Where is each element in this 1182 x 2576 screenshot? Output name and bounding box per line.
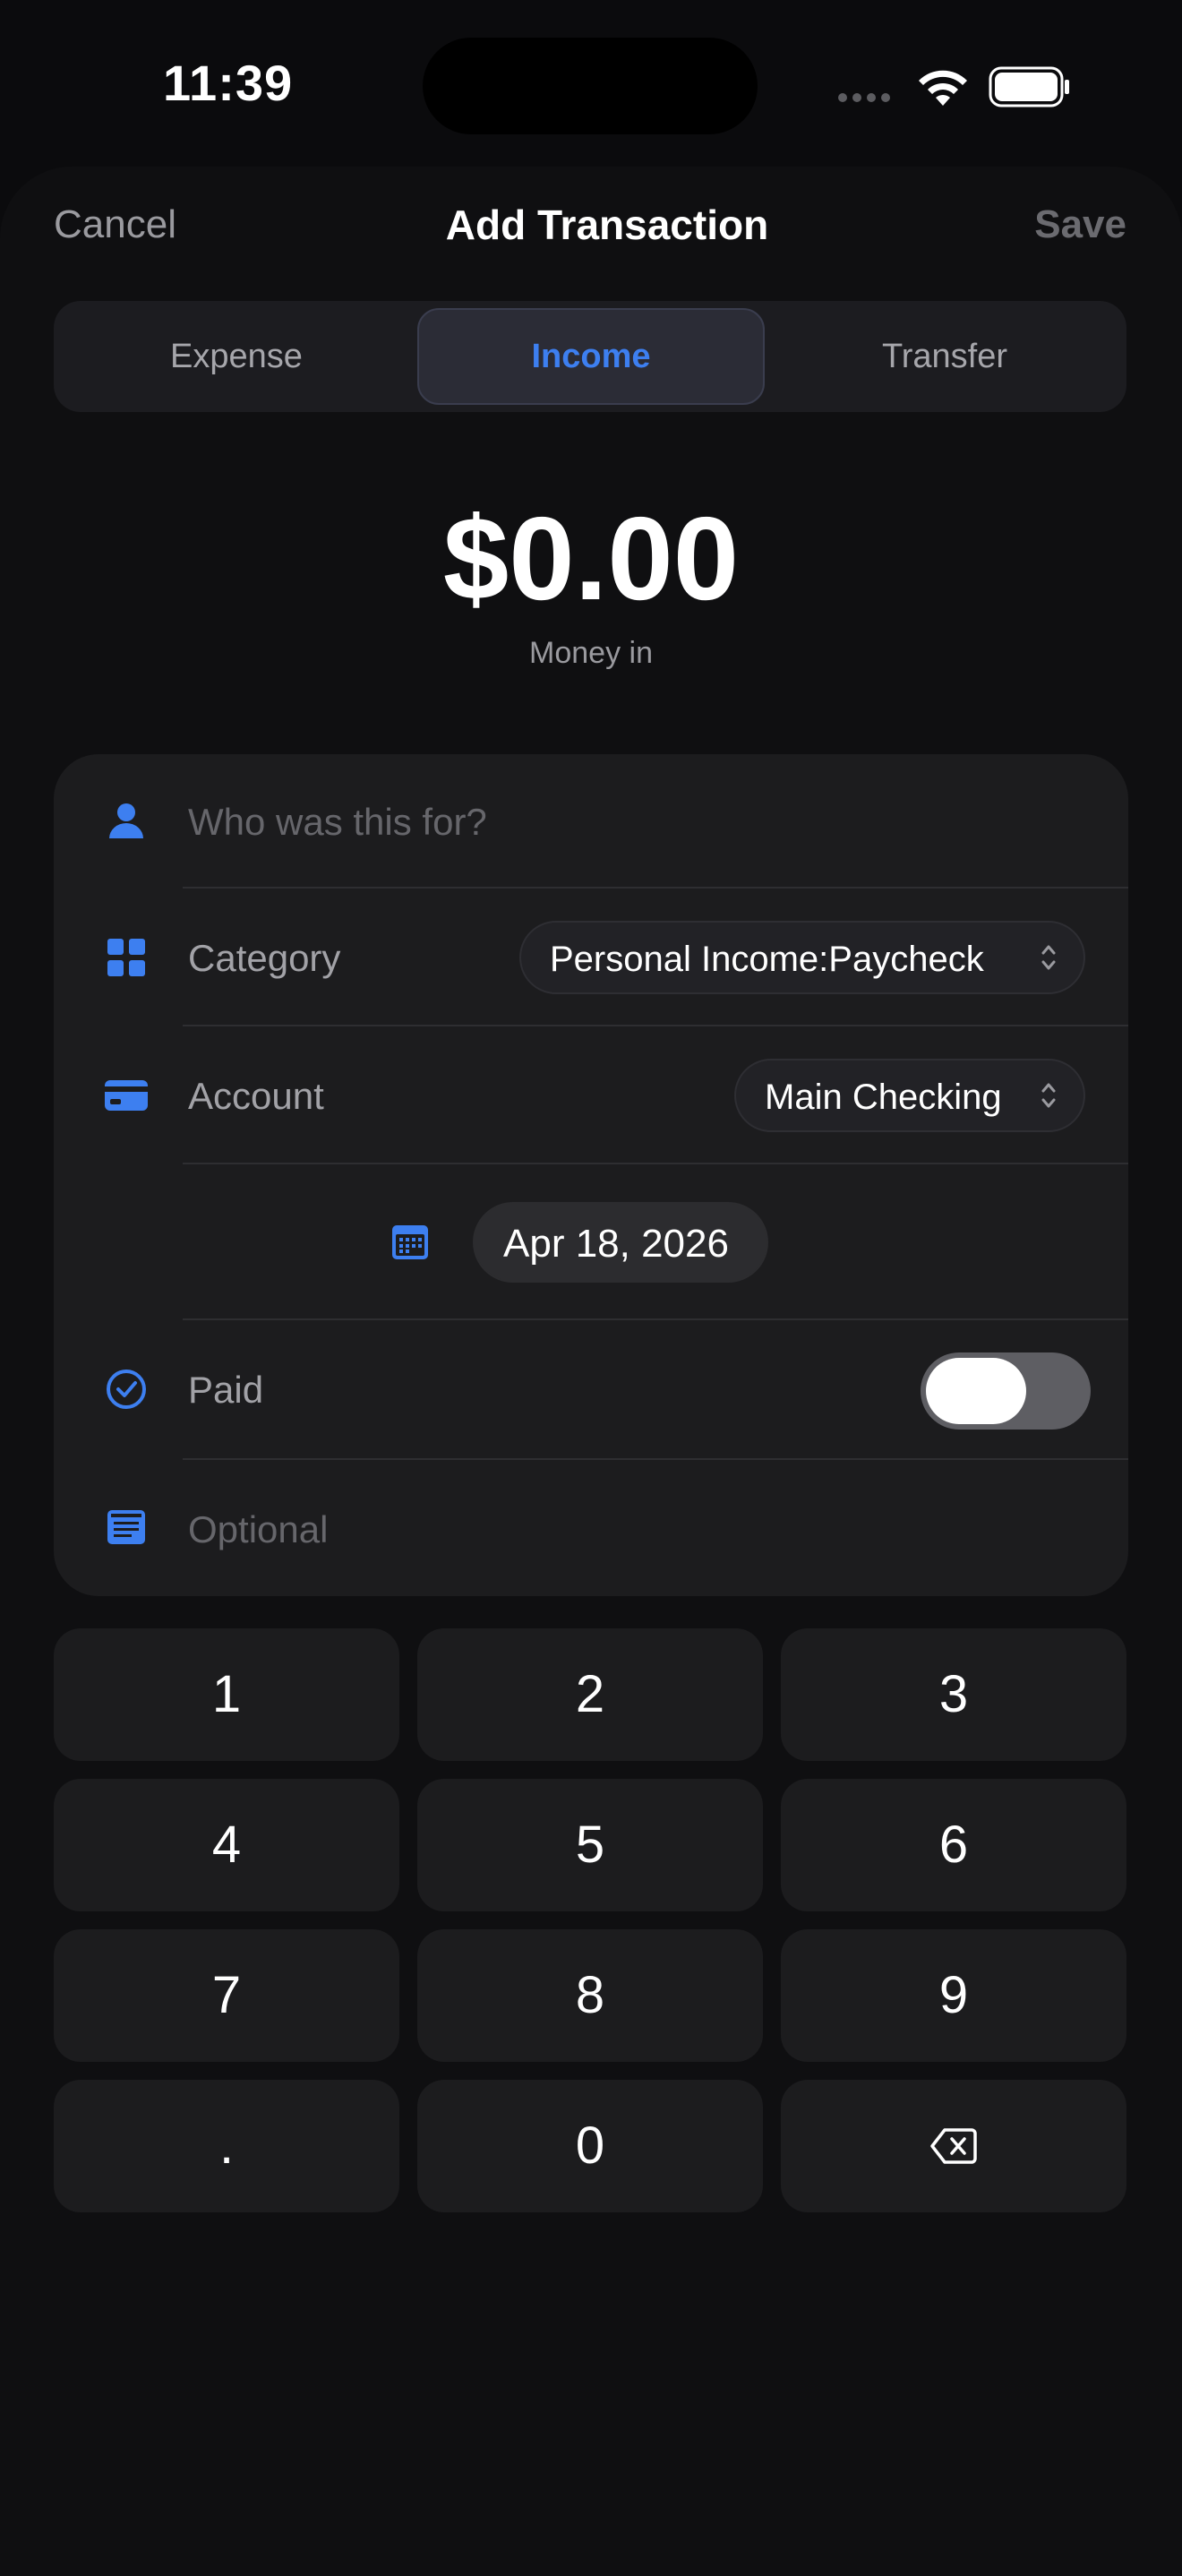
calendar-icon bbox=[392, 1225, 428, 1259]
payee-input[interactable]: Who was this for? bbox=[188, 801, 487, 844]
chevron-updown-icon bbox=[1041, 1083, 1056, 1108]
status-time: 11:39 bbox=[163, 55, 294, 111]
notes-input[interactable]: Optional bbox=[188, 1508, 328, 1551]
page-title: Add Transaction bbox=[445, 202, 769, 248]
key-6[interactable]: 6 bbox=[781, 1779, 1126, 1911]
paid-label: Paid bbox=[188, 1369, 264, 1411]
dynamic-island bbox=[423, 38, 758, 134]
date-row: Apr 18, 2026 bbox=[54, 1164, 1128, 1320]
key-7[interactable]: 7 bbox=[54, 1929, 399, 2062]
status-bar: 11:39 bbox=[0, 0, 1182, 170]
card-icon bbox=[105, 1080, 148, 1111]
category-grid-icon bbox=[107, 939, 145, 976]
backspace-key[interactable] bbox=[781, 2080, 1126, 2212]
amount-caption: Money in bbox=[529, 636, 653, 670]
battery-icon bbox=[989, 66, 1069, 107]
category-row: Category Personal Income:Paycheck bbox=[54, 889, 1128, 1026]
account-picker[interactable]: Main Checking bbox=[734, 1059, 1085, 1132]
save-button[interactable]: Save bbox=[1034, 202, 1126, 247]
key-decimal[interactable]: . bbox=[54, 2080, 399, 2212]
paid-row: Paid bbox=[54, 1320, 1128, 1460]
category-label: Category bbox=[188, 937, 341, 979]
transaction-type-segmented-control: Expense Income Transfer bbox=[54, 301, 1126, 412]
wifi-icon bbox=[919, 70, 967, 106]
checkmark-circle-icon bbox=[107, 1370, 146, 1409]
paid-toggle[interactable] bbox=[921, 1352, 1091, 1430]
category-picker[interactable]: Personal Income:Paycheck bbox=[519, 921, 1085, 994]
amount-display: $0.00 bbox=[442, 493, 740, 624]
date-picker[interactable]: Apr 18, 2026 bbox=[473, 1202, 768, 1283]
person-icon bbox=[109, 803, 143, 838]
key-1[interactable]: 1 bbox=[54, 1628, 399, 1761]
segment-expense[interactable]: Expense bbox=[61, 308, 412, 405]
key-3[interactable]: 3 bbox=[781, 1628, 1126, 1761]
key-4[interactable]: 4 bbox=[54, 1779, 399, 1911]
segment-transfer[interactable]: Transfer bbox=[770, 308, 1119, 405]
key-2[interactable]: 2 bbox=[417, 1628, 763, 1761]
transaction-form-card: Who was this for? Category Personal Inco… bbox=[54, 754, 1128, 1596]
chevron-updown-icon bbox=[1041, 945, 1056, 970]
toggle-knob bbox=[926, 1358, 1026, 1424]
key-8[interactable]: 8 bbox=[417, 1929, 763, 2062]
account-label: Account bbox=[188, 1075, 324, 1117]
payee-row[interactable]: Who was this for? bbox=[54, 754, 1128, 889]
notes-row[interactable]: Optional bbox=[54, 1460, 1128, 1596]
key-5[interactable]: 5 bbox=[417, 1779, 763, 1911]
notes-icon bbox=[107, 1510, 145, 1544]
segment-income[interactable]: Income bbox=[417, 308, 765, 405]
category-value: Personal Income:Paycheck bbox=[550, 940, 984, 979]
key-9[interactable]: 9 bbox=[781, 1929, 1126, 2062]
account-value: Main Checking bbox=[765, 1078, 1002, 1117]
delete-backward-icon bbox=[930, 2128, 977, 2164]
key-0[interactable]: 0 bbox=[417, 2080, 763, 2212]
account-row: Account Main Checking bbox=[54, 1026, 1128, 1164]
